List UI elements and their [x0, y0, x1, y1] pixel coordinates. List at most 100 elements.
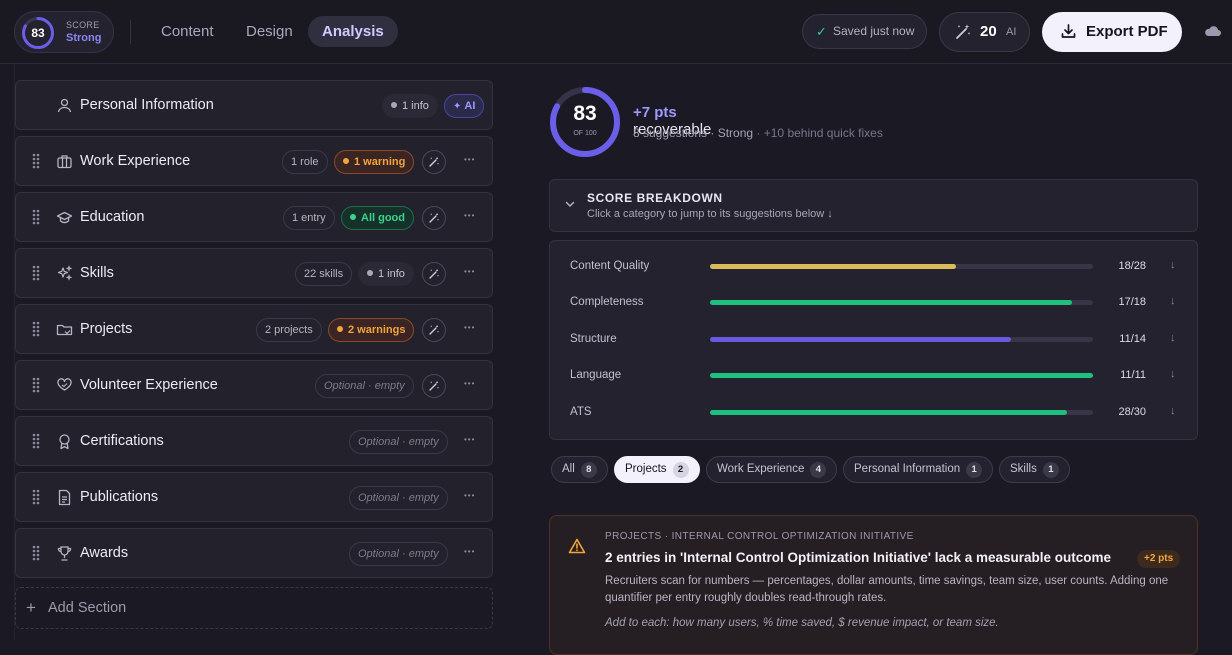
filter-chip[interactable]: Projects 2 — [614, 456, 700, 483]
ai-improve-button[interactable] — [422, 262, 446, 286]
score-bar-track — [710, 300, 1093, 305]
tab-design[interactable]: Design — [232, 16, 307, 47]
badge-label: AI — [464, 100, 476, 112]
recoverable-points: +7 pts — [633, 104, 677, 121]
arrow-down-icon: ↓ — [1170, 295, 1176, 307]
chip-count: 1 — [1042, 462, 1059, 478]
ai-improve-button[interactable] — [422, 318, 446, 342]
section-title: Publications — [80, 489, 159, 505]
drag-handle-icon[interactable] — [32, 321, 40, 337]
more-options-icon[interactable]: ••• — [464, 544, 480, 564]
drag-handle-icon[interactable] — [32, 209, 40, 225]
trophy-icon — [57, 546, 72, 561]
score-bar-fill — [710, 264, 957, 269]
more-options-icon[interactable]: ••• — [464, 208, 480, 228]
section-row[interactable]: Certifications ••• Optional · empty — [15, 416, 493, 466]
filter-chip[interactable]: Work Experience 4 — [706, 456, 838, 483]
status-badge: Optional · empty — [349, 486, 448, 510]
tab-content[interactable]: Content — [147, 16, 228, 47]
arrow-down-icon: ↓ — [1170, 368, 1176, 380]
heart-hand-icon — [57, 378, 72, 391]
status-badge: 1 warning — [334, 150, 415, 174]
score-bar-fill — [710, 373, 1093, 378]
filter-chip[interactable]: All 8 — [551, 456, 608, 483]
section-row[interactable]: Skills ••• 1 info 22 skills — [15, 248, 493, 298]
export-pdf-button[interactable]: Export PDF — [1042, 12, 1182, 52]
category-name: Language — [570, 369, 622, 381]
chip-label: Work Experience — [717, 463, 805, 475]
ai-credits-button[interactable]: 20 AI — [939, 12, 1030, 52]
more-options-icon[interactable]: ••• — [464, 152, 480, 172]
score-bar-track — [710, 373, 1093, 378]
section-title: Awards — [80, 545, 129, 561]
magic-wand-icon: ✦ — [453, 101, 462, 112]
suggestion-title: 2 entries in 'Internal Control Optimizat… — [605, 550, 1112, 565]
score-indicator[interactable]: 83 SCORE Strong — [14, 11, 114, 53]
score-bar-fill — [710, 337, 1012, 342]
more-options-icon[interactable]: ••• — [464, 320, 480, 340]
section-row[interactable]: Projects ••• 2 warnings 2 projects — [15, 304, 493, 354]
ai-badge[interactable]: ✦ AI — [444, 94, 485, 118]
breakdown-row[interactable]: ATS 28/30 ↓ — [570, 403, 1180, 423]
section-row[interactable]: Personal Information ✦ AI 1 info — [15, 80, 493, 130]
section-row[interactable]: Education ••• All good 1 entry — [15, 192, 493, 242]
more-options-icon[interactable]: ••• — [464, 488, 480, 508]
breakdown-row[interactable]: Completeness 17/18 ↓ — [570, 293, 1180, 313]
status-badge: 2 warnings — [328, 318, 415, 342]
section-row[interactable]: Publications ••• Optional · empty — [15, 472, 493, 522]
score-word: Strong — [66, 32, 102, 44]
warning-icon — [568, 538, 586, 554]
chevron-down-icon — [565, 201, 575, 207]
add-section-button[interactable]: + Add Section — [15, 587, 493, 629]
more-options-icon[interactable]: ••• — [464, 264, 480, 284]
drag-handle-icon[interactable] — [32, 265, 40, 281]
ai-improve-button[interactable] — [422, 374, 446, 398]
suggestion-hint: Add to each: how many users, % time save… — [605, 617, 999, 629]
section-title: Education — [80, 209, 145, 225]
drag-handle-icon[interactable] — [32, 433, 40, 449]
chip-count: 4 — [810, 462, 827, 478]
score-breakdown-header[interactable]: SCORE BREAKDOWN Click a category to jump… — [549, 179, 1198, 232]
suggestion-category: PROJECTS · INTERNAL CONTROL OPTIMIZATION… — [605, 531, 914, 542]
filter-chip[interactable]: Personal Information 1 — [843, 456, 994, 483]
document-icon — [58, 489, 71, 506]
section-title: Work Experience — [80, 153, 191, 169]
sections-panel: Personal Information ✦ AI 1 info Work Experi… — [0, 64, 505, 640]
drag-handle-icon[interactable] — [32, 545, 40, 561]
check-icon: ✓ — [816, 24, 827, 39]
section-row[interactable]: Awards ••• Optional · empty — [15, 528, 493, 578]
plus-icon: + — [26, 598, 36, 617]
sparkles-icon — [57, 265, 73, 281]
section-title: Certifications — [80, 433, 164, 449]
drag-handle-icon[interactable] — [32, 489, 40, 505]
chip-count: 2 — [672, 462, 689, 478]
ai-improve-button[interactable] — [422, 150, 446, 174]
suggestion-body: Recruiters scan for numbers — percentage… — [605, 575, 1169, 604]
analysis-score: 83 — [573, 102, 597, 125]
suggestion-card[interactable]: PROJECTS · INTERNAL CONTROL OPTIMIZATION… — [549, 515, 1198, 655]
category-score: 11/14 — [1119, 333, 1146, 345]
section-title: Skills — [80, 265, 114, 281]
status-badge: 2 projects — [256, 318, 322, 342]
suggestions-extra: · +10 behind quick fixes — [756, 126, 883, 140]
breakdown-row[interactable]: Content Quality 18/28 ↓ — [570, 257, 1180, 277]
filter-chip[interactable]: Skills 1 — [999, 456, 1070, 483]
tab-analysis[interactable]: Analysis — [308, 16, 398, 47]
section-row[interactable]: Volunteer Experience ••• Optional · empty — [15, 360, 493, 410]
briefcase-icon — [57, 155, 72, 169]
folder-icon — [56, 324, 73, 336]
score-value: 83 — [31, 26, 45, 40]
breakdown-row[interactable]: Language 11/11 ↓ — [570, 366, 1180, 386]
more-options-icon[interactable]: ••• — [464, 432, 480, 452]
more-options-icon[interactable]: ••• — [464, 376, 480, 396]
ai-improve-button[interactable] — [422, 206, 446, 230]
drag-handle-icon[interactable] — [32, 153, 40, 169]
suggestions-text: 8 suggestions · Strong — [633, 126, 754, 140]
score-bar-fill — [710, 410, 1068, 415]
cloud-icon[interactable] — [1204, 22, 1222, 40]
drag-handle-icon[interactable] — [32, 377, 40, 393]
category-score: 28/30 — [1118, 406, 1146, 418]
section-row[interactable]: Work Experience ••• 1 warning 1 role — [15, 136, 493, 186]
breakdown-row[interactable]: Structure 11/14 ↓ — [570, 330, 1180, 350]
arrow-down-icon: ↓ — [1170, 405, 1176, 417]
